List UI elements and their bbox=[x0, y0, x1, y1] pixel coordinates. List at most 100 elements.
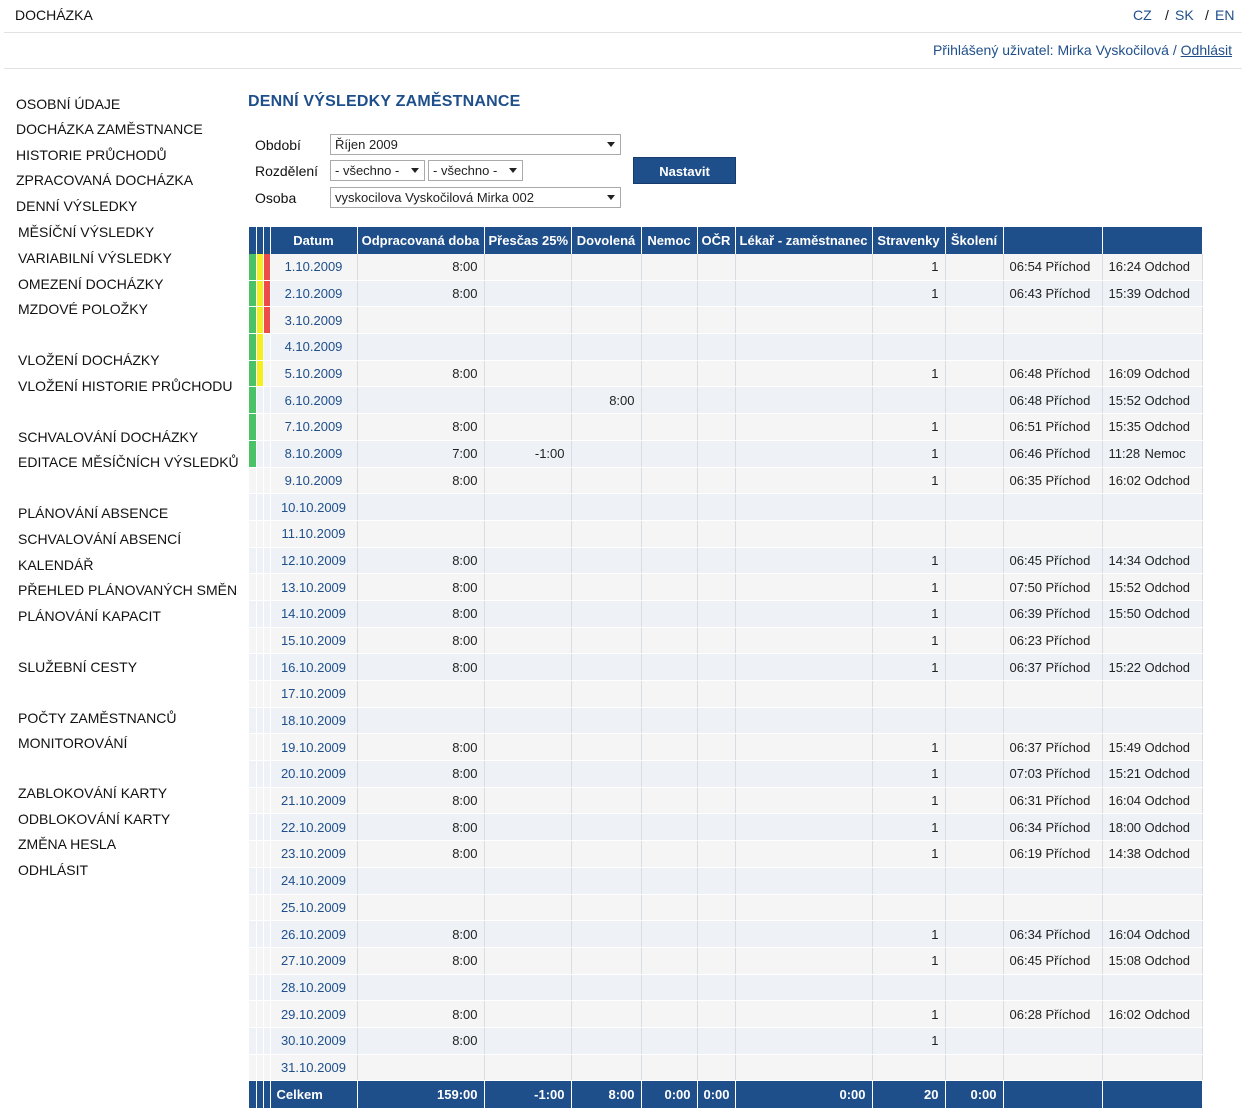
row-date-link[interactable]: 10.10.2009 bbox=[270, 493, 358, 521]
sidebar-item-omezeni-dochazky[interactable]: OMEZENÍ DOCHÁZKY bbox=[18, 276, 163, 292]
sidebar-item-pocty-zamestnancu[interactable]: POČTY ZAMĚSTNANCŮ bbox=[18, 710, 176, 726]
cell-arrival: 06:43 Příchod bbox=[1003, 280, 1103, 308]
row-date-link[interactable]: 8.10.2009 bbox=[270, 440, 358, 468]
col-header-date[interactable]: Datum bbox=[270, 227, 358, 254]
status-indicator-cell bbox=[249, 254, 257, 281]
sidebar-item-schvalovani-dochazky[interactable]: SCHVALOVÁNÍ DOCHÁZKY bbox=[18, 429, 198, 445]
row-date-link[interactable]: 14.10.2009 bbox=[270, 600, 358, 628]
sidebar-item-schvalovani-absenci[interactable]: SCHVALOVÁNÍ ABSENCÍ bbox=[18, 531, 181, 547]
row-date-link[interactable]: 12.10.2009 bbox=[270, 547, 358, 575]
cell-training bbox=[945, 867, 1004, 895]
cell-arrival bbox=[1003, 520, 1103, 548]
division-select-1[interactable]: - všechno - bbox=[330, 160, 425, 181]
row-date-link[interactable]: 23.10.2009 bbox=[270, 840, 358, 868]
row-date-link[interactable]: 1.10.2009 bbox=[270, 254, 358, 281]
row-date-link[interactable]: 28.10.2009 bbox=[270, 974, 358, 1002]
arrival-type: Příchod bbox=[1045, 286, 1091, 302]
cell-arrival bbox=[1003, 493, 1103, 521]
row-date-link[interactable]: 9.10.2009 bbox=[270, 467, 358, 495]
lang-separator: / bbox=[1165, 7, 1169, 23]
cell-departure: 15:22 Odchod bbox=[1102, 653, 1203, 681]
row-date-link[interactable]: 18.10.2009 bbox=[270, 707, 358, 735]
table-row: 18.10.2009 bbox=[249, 707, 1203, 735]
cell-training bbox=[945, 360, 1004, 388]
col-header-meal-vouchers[interactable]: Stravenky bbox=[872, 227, 946, 254]
sidebar-item-kalendar[interactable]: KALENDÁŘ bbox=[18, 557, 93, 573]
row-date-link[interactable]: 30.10.2009 bbox=[270, 1027, 358, 1055]
cell-sickness bbox=[641, 920, 698, 948]
row-date-link[interactable]: 3.10.2009 bbox=[270, 306, 358, 335]
col-header-worked[interactable]: Odpracovaná doba bbox=[357, 227, 485, 254]
sidebar-item-monitorovani[interactable]: MONITOROVÁNÍ bbox=[18, 735, 127, 751]
sidebar-item-vlozeni-dochazky[interactable]: VLOŽENÍ DOCHÁZKY bbox=[18, 352, 160, 368]
row-date-link[interactable]: 11.10.2009 bbox=[270, 520, 358, 548]
row-date-link[interactable]: 4.10.2009 bbox=[270, 333, 358, 361]
row-date-link[interactable]: 6.10.2009 bbox=[270, 386, 358, 415]
submit-button[interactable]: Nastavit bbox=[633, 157, 736, 184]
sidebar-item-variabilni-vysledky[interactable]: VARIABILNÍ VÝSLEDKY bbox=[18, 250, 172, 266]
cell-meal-vouchers: 1 bbox=[872, 573, 946, 601]
sidebar-item-mzdove-polozky[interactable]: MZDOVÉ POLOŽKY bbox=[18, 301, 148, 317]
status-indicator-cell bbox=[256, 1054, 264, 1082]
sidebar-item-denni-vysledky[interactable]: DENNÍ VÝSLEDKY bbox=[16, 198, 137, 214]
row-date-link[interactable]: 13.10.2009 bbox=[270, 573, 358, 601]
row-date-link[interactable]: 27.10.2009 bbox=[270, 947, 358, 975]
sidebar-item-odhlasit[interactable]: ODHLÁSIT bbox=[18, 862, 88, 878]
row-date-link[interactable]: 16.10.2009 bbox=[270, 653, 358, 681]
sidebar-item-odblokovani-karty[interactable]: ODBLOKOVÁNÍ KARTY bbox=[18, 811, 170, 827]
sidebar-item-dochazka-zamestnance[interactable]: DOCHÁZKA ZAMĚSTNANCE bbox=[16, 121, 203, 137]
sidebar-item-sluzebni-cesty[interactable]: SLUŽEBNÍ CESTY bbox=[18, 659, 137, 675]
row-date-link[interactable]: 15.10.2009 bbox=[270, 627, 358, 655]
col-header-overtime[interactable]: Přesčas 25% bbox=[484, 227, 572, 254]
period-select[interactable]: Říjen 2009 bbox=[330, 134, 621, 155]
sidebar-item-mesicni-vysledky[interactable]: MĚSÍČNÍ VÝSLEDKY bbox=[18, 224, 154, 240]
row-date-link[interactable]: 17.10.2009 bbox=[270, 680, 358, 708]
col-header-vacation[interactable]: Dovolená bbox=[571, 227, 642, 254]
row-date-link[interactable]: 2.10.2009 bbox=[270, 280, 358, 308]
lang-en-link[interactable]: EN bbox=[1215, 7, 1234, 23]
arrival-type: Příchod bbox=[1045, 366, 1091, 382]
col-header-ocr[interactable]: OČR bbox=[697, 227, 736, 254]
sidebar-item-osobni-udaje[interactable]: OSOBNÍ ÚDAJE bbox=[16, 96, 120, 112]
sidebar-item-zmena-hesla[interactable]: ZMĚNA HESLA bbox=[18, 836, 116, 852]
status-indicator-cell bbox=[249, 974, 257, 1002]
sidebar-item-vlozeni-historie-pruchodu[interactable]: VLOŽENÍ HISTORIE PRŮCHODU bbox=[18, 378, 232, 394]
col-header-doctor[interactable]: Lékař - zaměstnanec bbox=[735, 227, 873, 254]
sidebar-item-planovani-kapacit[interactable]: PLÁNOVÁNÍ KAPACIT bbox=[18, 608, 161, 624]
row-date-link[interactable]: 7.10.2009 bbox=[270, 413, 358, 441]
cell-meal-vouchers: 1 bbox=[872, 760, 946, 788]
cell-meal-vouchers bbox=[872, 306, 946, 335]
cell-sickness bbox=[641, 360, 698, 388]
division-select-2[interactable]: - všechno - bbox=[428, 160, 523, 181]
sidebar-item-historie-pruchodu[interactable]: HISTORIE PRŮCHODŮ bbox=[16, 147, 167, 163]
col-header-sickness[interactable]: Nemoc bbox=[641, 227, 698, 254]
logout-link[interactable]: Odhlásit bbox=[1181, 42, 1232, 58]
total-meal-vouchers: 20 bbox=[872, 1080, 946, 1110]
row-date-link[interactable]: 19.10.2009 bbox=[270, 733, 358, 762]
row-date-link[interactable]: 20.10.2009 bbox=[270, 760, 358, 788]
cell-ocr bbox=[697, 813, 736, 842]
cell-arrival: 07:03 Příchod bbox=[1003, 760, 1103, 788]
row-date-link[interactable]: 21.10.2009 bbox=[270, 787, 358, 815]
sidebar-item-editace-mesicnich-vysledku[interactable]: EDITACE MĚSÍČNÍCH VÝSLEDKŮ bbox=[18, 454, 239, 470]
sidebar-item-zpracovana-dochazka[interactable]: ZPRACOVANÁ DOCHÁZKA bbox=[16, 172, 193, 188]
row-date-link[interactable]: 24.10.2009 bbox=[270, 867, 358, 895]
row-date-link[interactable]: 25.10.2009 bbox=[270, 894, 358, 922]
row-date-link[interactable]: 5.10.2009 bbox=[270, 360, 358, 388]
lang-sk-link[interactable]: SK bbox=[1175, 7, 1194, 23]
sidebar-item-prehled-planovanych-smen[interactable]: PŘEHLED PLÁNOVANÝCH SMĚN bbox=[18, 582, 237, 598]
lang-cz-link[interactable]: CZ bbox=[1133, 7, 1152, 23]
arrival-time: 06:23 bbox=[1009, 632, 1043, 648]
logged-user-label: Přihlášený uživatel: Mirka Vyskočilová / bbox=[932, 42, 1177, 58]
sidebar-item-planovani-absence[interactable]: PLÁNOVÁNÍ ABSENCE bbox=[18, 505, 168, 521]
cell-worked: 8:00 bbox=[357, 360, 485, 388]
cell-meal-vouchers: 1 bbox=[872, 653, 946, 681]
col-header-training[interactable]: Školení bbox=[945, 227, 1004, 254]
row-date-link[interactable]: 22.10.2009 bbox=[270, 813, 358, 842]
row-date-link[interactable]: 26.10.2009 bbox=[270, 920, 358, 948]
row-date-link[interactable]: 31.10.2009 bbox=[270, 1054, 358, 1082]
arrival-time: 06:19 bbox=[1009, 846, 1043, 862]
sidebar-item-zablokovani-karty[interactable]: ZABLOKOVÁNÍ KARTY bbox=[18, 785, 167, 801]
row-date-link[interactable]: 29.10.2009 bbox=[270, 1000, 358, 1028]
person-select[interactable]: vyskocilova Vyskočilová Mirka 002 bbox=[330, 187, 621, 208]
